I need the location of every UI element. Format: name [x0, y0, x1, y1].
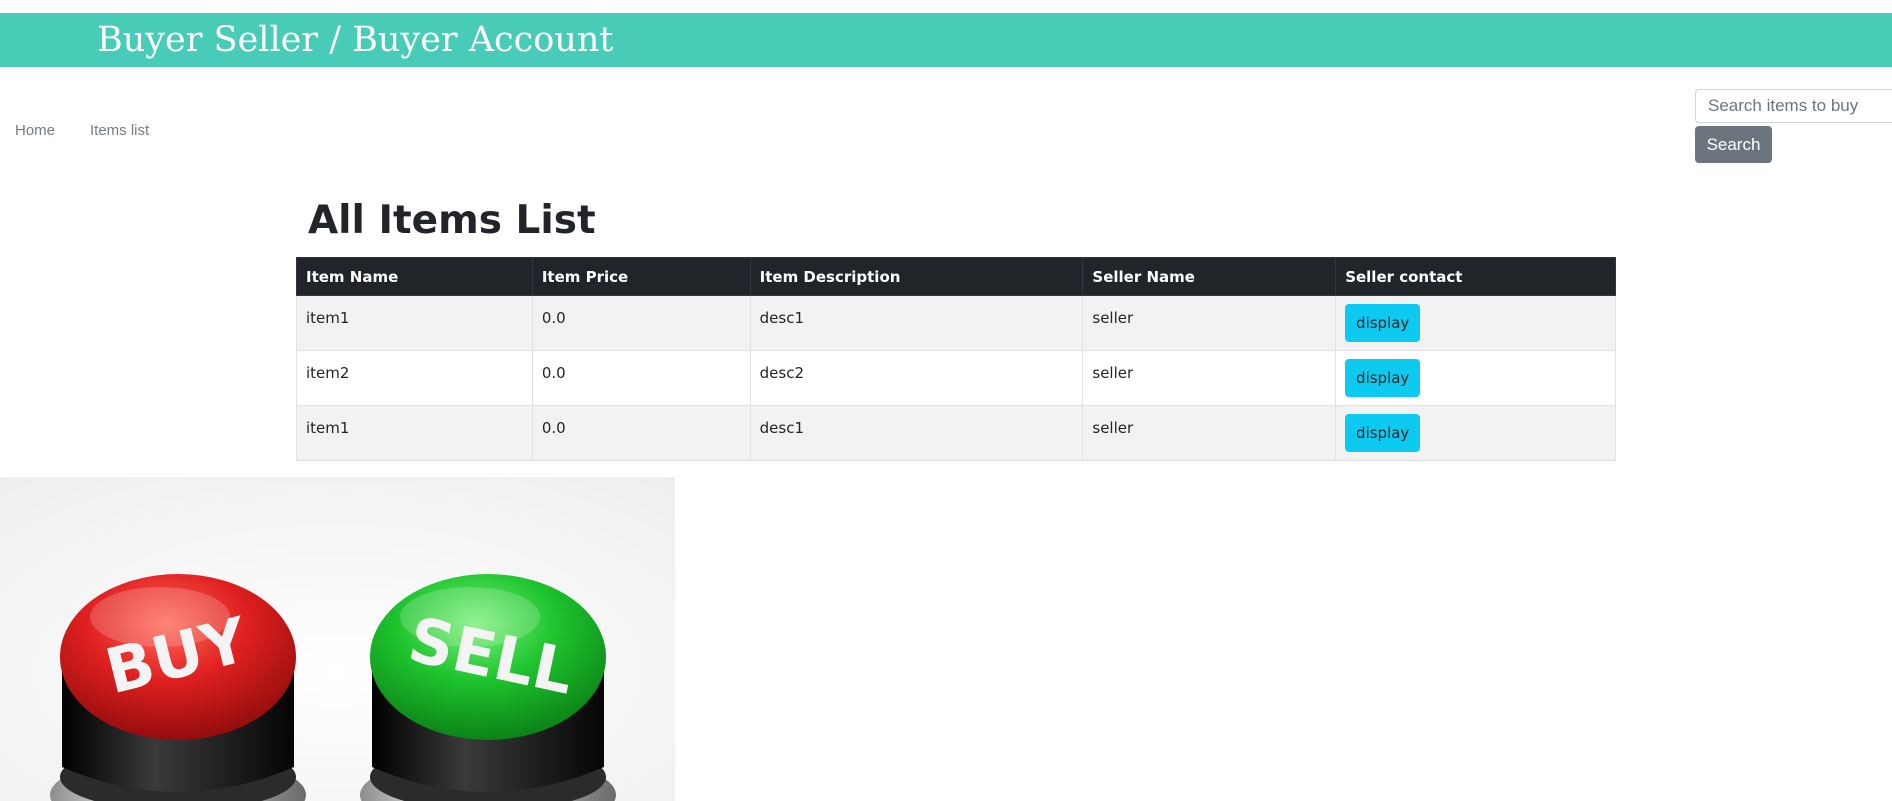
- table-row: item2 0.0 desc2 seller display: [296, 350, 1616, 406]
- top-header-bar: Buyer Seller / Buyer Account: [0, 13, 1892, 67]
- item-name: item1: [306, 309, 350, 327]
- cell-item-description: desc1: [749, 405, 1084, 461]
- cell-item-description: desc1: [749, 295, 1084, 351]
- cell-seller-name: seller: [1082, 350, 1337, 406]
- column-header-item-price: Item Price: [531, 257, 751, 296]
- buy-button-graphic: BUY: [50, 574, 306, 801]
- item-name: item2: [306, 364, 350, 382]
- buy-sell-buttons-image: BUY SELL: [0, 477, 675, 801]
- search-input[interactable]: [1695, 89, 1892, 123]
- cell-item-name: item1: [296, 405, 533, 461]
- item-price: 0.0: [541, 419, 566, 437]
- cell-item-price: 0.0: [531, 295, 751, 351]
- seller-name: seller: [1092, 419, 1134, 437]
- cell-item-name: item2: [296, 350, 533, 406]
- item-description: desc1: [759, 309, 804, 327]
- seller-name: seller: [1092, 309, 1134, 327]
- table-row: item1 0.0 desc1 seller display: [296, 405, 1616, 461]
- cell-item-description: desc2: [749, 350, 1084, 406]
- cell-item-price: 0.0: [531, 405, 751, 461]
- column-header-seller-name: Seller Name: [1082, 257, 1337, 296]
- table-row: item1 0.0 desc1 seller display: [296, 295, 1616, 351]
- cell-seller-contact: display: [1335, 295, 1616, 351]
- column-header-item-name: Item Name: [296, 257, 533, 296]
- cell-item-price: 0.0: [531, 350, 751, 406]
- search-button[interactable]: Search: [1695, 126, 1772, 163]
- cell-seller-contact: display: [1335, 405, 1616, 461]
- item-description: desc2: [759, 364, 804, 382]
- display-contact-button[interactable]: display: [1345, 304, 1421, 342]
- app-title: Buyer Seller / Buyer Account: [97, 20, 614, 60]
- item-description: desc1: [759, 419, 804, 437]
- column-header-seller-contact: Seller contact: [1335, 257, 1616, 296]
- cell-seller-contact: display: [1335, 350, 1616, 406]
- table-header-row: Item Name Item Price Item Description Se…: [296, 257, 1616, 296]
- item-name: item1: [306, 419, 350, 437]
- display-contact-button[interactable]: display: [1345, 414, 1421, 452]
- display-contact-button[interactable]: display: [1345, 359, 1421, 397]
- items-table: Item Name Item Price Item Description Se…: [296, 257, 1616, 461]
- nav-link-home[interactable]: Home: [15, 122, 55, 139]
- item-price: 0.0: [541, 309, 566, 327]
- page-title: All Items List: [308, 198, 596, 243]
- nav-link-items-list[interactable]: Items list: [90, 122, 149, 139]
- cell-seller-name: seller: [1082, 405, 1337, 461]
- sell-button-graphic: SELL: [360, 574, 616, 801]
- column-header-item-description: Item Description: [749, 257, 1084, 296]
- seller-name: seller: [1092, 364, 1134, 382]
- cell-seller-name: seller: [1082, 295, 1337, 351]
- cell-item-name: item1: [296, 295, 533, 351]
- item-price: 0.0: [541, 364, 566, 382]
